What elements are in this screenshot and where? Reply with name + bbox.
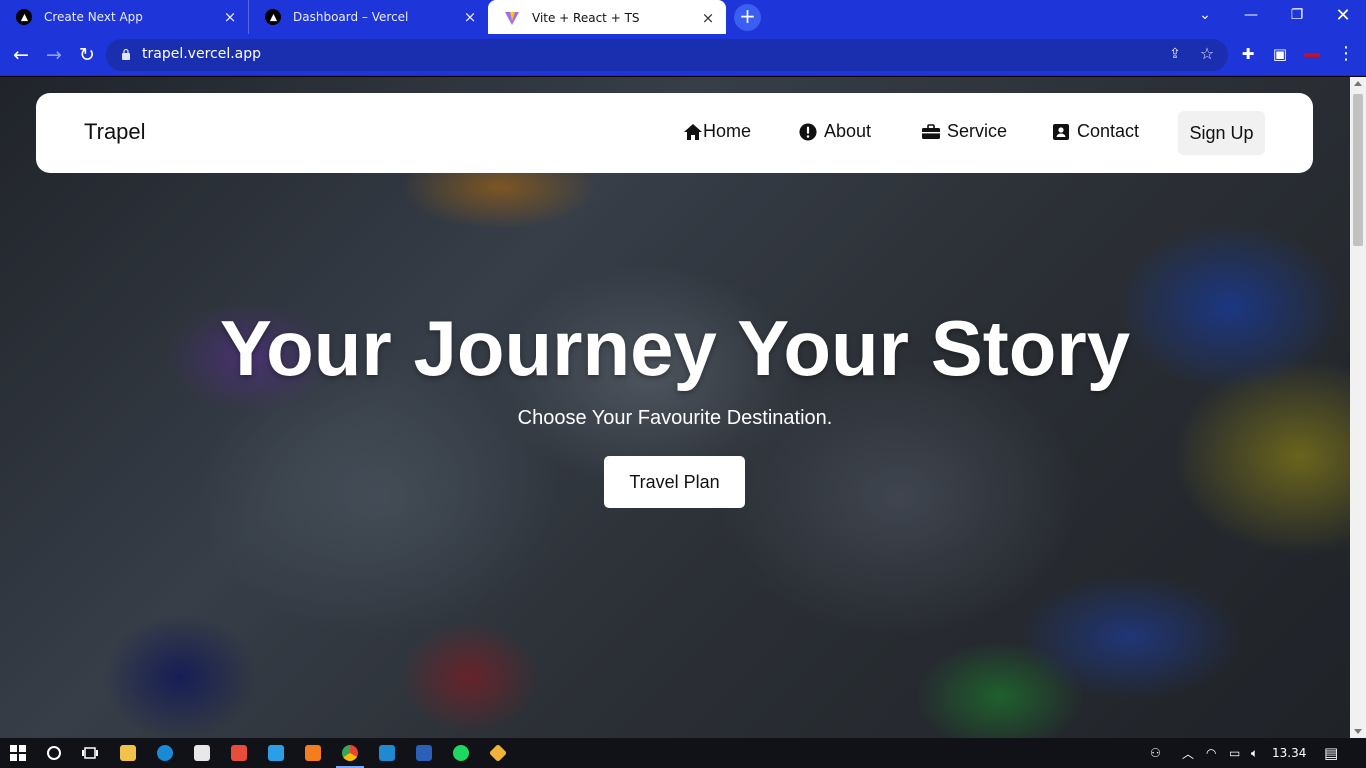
nav-about-link[interactable]: About xyxy=(798,121,871,142)
system-clock[interactable]: 13.34 xyxy=(1272,746,1306,760)
browser-toolbar: ← → ↻ trapel.vercel.app ⇪ ☆ ✚ ▣ ⋮ xyxy=(0,34,1366,76)
extensions-puzzle-icon[interactable]: ✚ xyxy=(1238,45,1258,65)
word-icon[interactable] xyxy=(406,738,442,768)
wifi-icon[interactable]: ◠ xyxy=(1206,738,1216,768)
git-icon[interactable] xyxy=(480,738,516,768)
people-icon[interactable]: ⚇ xyxy=(1150,738,1161,768)
restore-button[interactable]: ❐ xyxy=(1274,0,1320,30)
task-view-icon[interactable] xyxy=(72,738,108,768)
notification-center-icon[interactable]: ▤ xyxy=(1324,738,1338,768)
lock-icon xyxy=(122,48,130,60)
scrollbar-thumb[interactable] xyxy=(1353,94,1363,246)
gift-app-icon[interactable] xyxy=(221,738,257,768)
close-tab-icon[interactable]: × xyxy=(222,8,238,26)
chrome-icon[interactable] xyxy=(332,738,368,768)
vite-icon xyxy=(504,10,520,26)
share-icon[interactable]: ⇪ xyxy=(1166,46,1184,64)
tab-title: Vite + React + TS xyxy=(532,10,640,25)
tab-search-icon[interactable]: ⌄ xyxy=(1182,0,1228,30)
sign-up-button[interactable]: Sign Up xyxy=(1178,111,1265,155)
file-explorer-icon[interactable] xyxy=(110,738,146,768)
store-icon[interactable] xyxy=(184,738,220,768)
new-tab-button[interactable]: + xyxy=(734,4,761,31)
forward-button[interactable]: → xyxy=(42,43,66,67)
nav-home-link[interactable]: Home xyxy=(683,121,751,142)
volume-icon[interactable]: 🔈︎ xyxy=(1251,738,1258,768)
more-menu-icon[interactable]: ⋮ xyxy=(1336,43,1356,64)
site-navbar: Trapel Home About Service Contact Sign U… xyxy=(36,93,1313,173)
tab-strip: Create Next App × Dashboard – Vercel × V… xyxy=(0,0,1366,35)
close-window-button[interactable]: ✕ xyxy=(1320,0,1366,30)
spotify-icon[interactable] xyxy=(443,738,479,768)
scroll-up-arrow-icon[interactable] xyxy=(1354,81,1362,86)
battery-icon[interactable]: ▭ xyxy=(1229,738,1240,768)
close-tab-icon[interactable]: × xyxy=(700,9,716,27)
tab-vite-react-ts[interactable]: Vite + React + TS × xyxy=(488,0,726,35)
page-scrollbar[interactable] xyxy=(1350,77,1366,738)
nav-contact-link[interactable]: Contact xyxy=(1051,121,1139,142)
travel-plan-button[interactable]: Travel Plan xyxy=(604,456,745,508)
tab-create-next-app[interactable]: Create Next App × xyxy=(0,0,248,34)
tab-title: Create Next App xyxy=(44,10,143,24)
hero-title: Your Journey Your Story xyxy=(219,304,1131,392)
briefcase-icon xyxy=(922,123,940,139)
windows-taskbar: ⚇ ︿ ◠ ▭ 🔈︎ 13.34 ▤ xyxy=(0,738,1366,768)
profile-avatar-icon[interactable] xyxy=(1302,45,1322,65)
exclamation-circle-icon xyxy=(799,122,817,141)
nav-service-link[interactable]: Service xyxy=(921,121,1007,142)
close-tab-icon[interactable]: × xyxy=(462,8,478,26)
url-text: trapel.vercel.app xyxy=(142,46,262,62)
vscode-icon[interactable] xyxy=(369,738,405,768)
vercel-triangle-icon xyxy=(16,9,32,25)
address-bar[interactable]: trapel.vercel.app ⇪ ☆ xyxy=(106,39,1228,71)
tray-expand-chevron-icon[interactable]: ︿ xyxy=(1182,738,1194,768)
minimize-button[interactable]: — xyxy=(1228,0,1274,30)
nav-service-label: Service xyxy=(947,121,1008,141)
hero-subtitle: Choose Your Favourite Destination. xyxy=(517,407,833,429)
tab-title: Dashboard – Vercel xyxy=(293,10,409,24)
brand-logo[interactable]: Trapel xyxy=(84,119,146,145)
nav-about-label: About xyxy=(824,121,872,141)
tab-vercel-dashboard[interactable]: Dashboard – Vercel × xyxy=(248,0,488,34)
scroll-down-arrow-icon[interactable] xyxy=(1354,729,1362,734)
start-windows-icon[interactable] xyxy=(0,738,36,768)
mail-icon[interactable] xyxy=(258,738,294,768)
xampp-icon[interactable] xyxy=(295,738,331,768)
search-circle-icon[interactable] xyxy=(36,738,72,768)
nav-contact-label: Contact xyxy=(1077,121,1140,141)
vercel-triangle-icon xyxy=(265,9,281,25)
edge-icon[interactable] xyxy=(147,738,183,768)
reload-button[interactable]: ↻ xyxy=(75,43,99,67)
bookmark-star-icon[interactable]: ☆ xyxy=(1198,44,1216,63)
back-button[interactable]: ← xyxy=(9,43,33,67)
contact-card-icon xyxy=(1053,123,1069,140)
page-viewport: Trapel Home About Service Contact Sign U… xyxy=(0,77,1350,738)
side-panel-icon[interactable]: ▣ xyxy=(1270,45,1290,65)
home-icon xyxy=(684,123,702,140)
nav-home-label: Home xyxy=(703,121,752,141)
